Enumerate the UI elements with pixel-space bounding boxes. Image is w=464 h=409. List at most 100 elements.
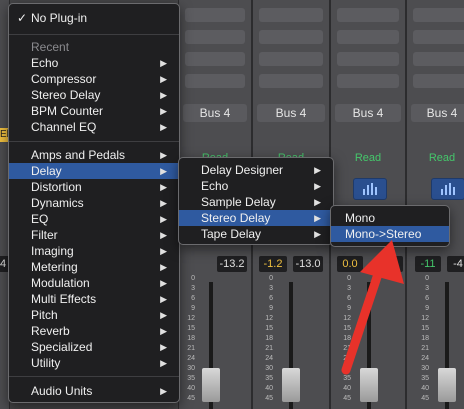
menu-separator [9,376,179,377]
plugin-slot[interactable] [259,30,323,44]
plugin-slot[interactable] [413,8,464,22]
volume-readout[interactable]: -4 [447,256,464,272]
menu-item-category[interactable]: Metering ▶ [9,259,179,275]
plugin-slot[interactable] [337,52,399,66]
chevron-right-icon: ▶ [160,342,167,352]
menu-item-recent[interactable]: BPM Counter ▶ [9,103,179,119]
plugin-slot[interactable] [413,74,464,88]
menu-item-mono-to-stereo[interactable]: Mono->Stereo [331,226,449,242]
menu-item-recent[interactable]: Stereo Delay ▶ [9,87,179,103]
pan-readout[interactable]: -11 [415,256,441,272]
menu-item-recent[interactable]: Channel EQ ▶ [9,119,179,135]
fader-cap[interactable] [360,368,378,402]
chevron-right-icon: ▶ [160,294,167,304]
stereo-delay-submenu: Mono Mono->Stereo [330,205,450,247]
chevron-right-icon: ▶ [160,386,167,396]
chevron-right-icon: ▶ [314,229,321,239]
plugin-slot[interactable] [185,74,245,88]
menu-item-category[interactable]: Utility ▶ [9,355,179,371]
menu-item-mono[interactable]: Mono [331,210,449,226]
plugin-slot[interactable] [259,52,323,66]
plugin-slot[interactable] [413,52,464,66]
menu-item-echo[interactable]: Echo ▶ [179,178,333,194]
plugin-slot[interactable] [185,8,245,22]
bus-label[interactable]: Bus 4 [257,104,325,122]
bus-label[interactable]: Bus 4 [183,104,247,122]
plugin-slot[interactable] [413,30,464,44]
chevron-right-icon: ▶ [160,90,167,100]
menu-item-category[interactable]: Pitch ▶ [9,307,179,323]
plugin-menu: ✓ No Plug-in Recent Echo ▶ Compressor ▶ St… [8,3,180,403]
chevron-right-icon: ▶ [314,181,321,191]
chevron-right-icon: ▶ [160,246,167,256]
plugin-slot[interactable] [337,30,399,44]
menu-item-tape-delay[interactable]: Tape Delay ▶ [179,226,333,242]
chevron-right-icon: ▶ [160,122,167,132]
plugin-slot[interactable] [185,52,245,66]
chevron-right-icon: ▶ [160,230,167,240]
menu-item-category[interactable]: Amps and Pedals ▶ [9,147,179,163]
volume-readout[interactable]: -13.0 [293,256,323,272]
chevron-right-icon: ▶ [314,213,321,223]
chevron-right-icon: ▶ [160,150,167,160]
menu-item-category[interactable]: Modulation ▶ [9,275,179,291]
menu-item-category[interactable]: Reverb ▶ [9,323,179,339]
menu-separator [9,141,179,142]
menu-separator [9,34,179,35]
chevron-right-icon: ▶ [314,197,321,207]
chevron-right-icon: ▶ [160,198,167,208]
pan-readout[interactable]: 0.0 [337,256,363,272]
plugin-slot[interactable] [259,74,323,88]
menu-item-category[interactable]: Imaging ▶ [9,243,179,259]
fader-cap[interactable] [282,368,300,402]
menu-item-stereo-delay[interactable]: Stereo Delay ▶ [179,210,333,226]
menu-item-delay-designer[interactable]: Delay Designer ▶ [179,162,333,178]
chevron-right-icon: ▶ [160,74,167,84]
fader-scale: 0 3 6 9 12 15 18 21 24 30 35 40 45 [265,275,273,402]
fader-cap[interactable] [438,368,456,402]
menu-item-no-plugin[interactable]: ✓ No Plug-in [9,10,179,26]
menu-item-category[interactable]: Distortion ▶ [9,179,179,195]
menu-header-recent: Recent [31,40,70,54]
menu-item-category[interactable]: EQ ▶ [9,211,179,227]
chevron-right-icon: ▶ [160,310,167,320]
menu-item-recent[interactable]: Compressor ▶ [9,71,179,87]
menu-item-category[interactable]: Dynamics ▶ [9,195,179,211]
plugin-slot[interactable] [337,74,399,88]
menu-item-category[interactable]: Specialized ▶ [9,339,179,355]
bus-label[interactable]: Bus 4 [411,104,464,122]
left-strip-value: 4 [0,256,8,272]
pan-readout[interactable]: -1.2 [259,256,287,272]
chevron-right-icon: ▶ [160,214,167,224]
left-strip-label: El [0,128,9,142]
chevron-right-icon: ▶ [160,326,167,336]
fader-scale: 0 3 6 9 12 15 18 21 24 30 35 40 45 [343,275,351,402]
chevron-right-icon: ▶ [160,166,167,176]
automation-mode[interactable]: Read [411,150,464,166]
fader-scale: 0 3 6 9 12 15 18 21 24 30 35 40 45 [187,275,195,402]
plugin-slot[interactable] [185,30,245,44]
menu-item-audio-units[interactable]: Audio Units ▶ [9,383,179,399]
volume-readout[interactable]: -13.2 [217,256,247,272]
menu-item-delay[interactable]: Delay ▶ [9,163,179,179]
fader-cap[interactable] [202,368,220,402]
chevron-right-icon: ▶ [160,358,167,368]
chevron-right-icon: ▶ [160,278,167,288]
volume-readout[interactable]: 4 [385,256,403,272]
menu-item-category[interactable]: Filter ▶ [9,227,179,243]
waveform-icon[interactable] [353,178,387,200]
fader-scale: 0 3 6 9 12 15 18 21 24 30 35 40 45 [421,275,429,402]
chevron-right-icon: ▶ [314,165,321,175]
plugin-slot[interactable] [337,8,399,22]
chevron-right-icon: ▶ [160,58,167,68]
waveform-icon[interactable] [431,178,464,200]
delay-submenu: Delay Designer ▶ Echo ▶ Sample Delay ▶ Ster… [178,157,334,245]
chevron-right-icon: ▶ [160,106,167,116]
checkmark-icon: ✓ [17,11,28,25]
menu-item-recent[interactable]: Echo ▶ [9,55,179,71]
plugin-slot[interactable] [259,8,323,22]
menu-item-sample-delay[interactable]: Sample Delay ▶ [179,194,333,210]
bus-label[interactable]: Bus 4 [335,104,401,122]
automation-mode[interactable]: Read [335,150,401,166]
menu-item-category[interactable]: Multi Effects ▶ [9,291,179,307]
